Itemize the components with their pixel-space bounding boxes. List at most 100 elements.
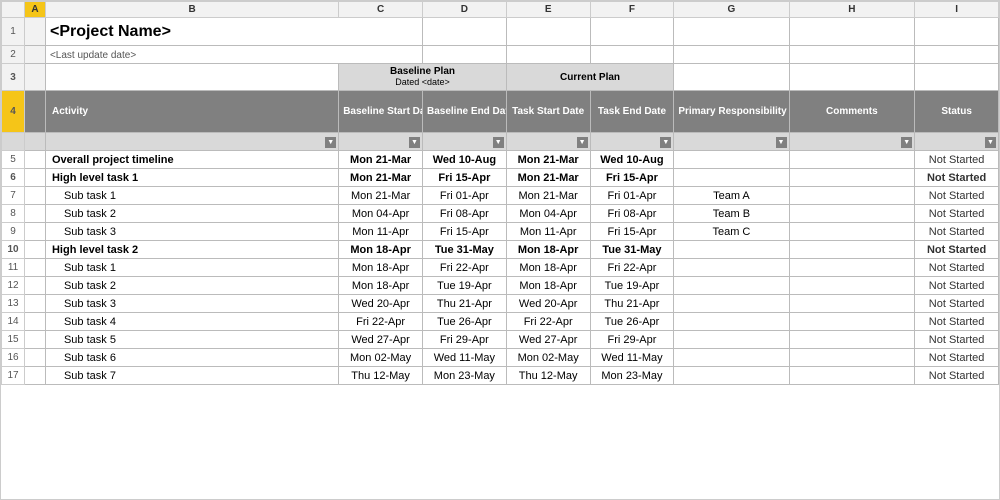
col-g-header: G [674, 2, 789, 18]
activity-cell: Sub task 3 [45, 295, 338, 313]
task-start-cell: Mon 18-Apr [506, 241, 590, 259]
baseline-end-cell: Fri 22-Apr [422, 259, 506, 277]
status-cell: Not Started [915, 241, 999, 259]
responsibility-cell [674, 313, 789, 331]
task-end-cell: Tue 19-Apr [590, 277, 674, 295]
task-end-cell: Tue 26-Apr [590, 313, 674, 331]
responsibility-cell [674, 151, 789, 169]
responsibility-filter[interactable]: ▼ [674, 133, 789, 151]
baseline-end-cell: Fri 15-Apr [422, 223, 506, 241]
activity-cell: High level task 1 [45, 169, 338, 187]
activity-cell: High level task 2 [45, 241, 338, 259]
baseline-start-cell: Mon 21-Mar [339, 151, 423, 169]
task-end-cell: Fri 15-Apr [590, 223, 674, 241]
baseline-end-cell: Tue 26-Apr [422, 313, 506, 331]
table-row: 9 Sub task 3 Mon 11-Apr Fri 15-Apr Mon 1… [2, 223, 999, 241]
row-num-7: 7 [2, 187, 25, 205]
task-start-dropdown-icon[interactable]: ▼ [577, 137, 588, 148]
row-num-6: 6 [2, 169, 25, 187]
task-start-cell: Mon 18-Apr [506, 277, 590, 295]
task-end-cell: Fri 29-Apr [590, 331, 674, 349]
activity-filter[interactable]: ▼ [45, 133, 338, 151]
task-start-cell: Mon 21-Mar [506, 187, 590, 205]
task-start-filter[interactable]: ▼ [506, 133, 590, 151]
activity-cell: Sub task 1 [45, 187, 338, 205]
task-end-dropdown-icon[interactable]: ▼ [660, 137, 671, 148]
table-row: 11 Sub task 1 Mon 18-Apr Fri 22-Apr Mon … [2, 259, 999, 277]
task-start-cell: Mon 02-May [506, 349, 590, 367]
comments-dropdown-icon[interactable]: ▼ [901, 137, 912, 148]
row-num-5: 5 [2, 151, 25, 169]
row-num-9: 9 [2, 223, 25, 241]
task-start-cell: Wed 27-Apr [506, 331, 590, 349]
comments-cell [789, 367, 915, 385]
status-cell: Not Started [915, 313, 999, 331]
table-row: 10 High level task 2 Mon 18-Apr Tue 31-M… [2, 241, 999, 259]
baseline-start-dropdown-icon[interactable]: ▼ [409, 137, 420, 148]
comments-header: Comments [789, 91, 915, 133]
comments-cell [789, 349, 915, 367]
task-start-cell: Mon 11-Apr [506, 223, 590, 241]
activity-dropdown-icon[interactable]: ▼ [325, 137, 336, 148]
baseline-end-cell: Fri 01-Apr [422, 187, 506, 205]
responsibility-cell [674, 295, 789, 313]
row-num-13: 13 [2, 295, 25, 313]
baseline-start-cell: Mon 04-Apr [339, 205, 423, 223]
comments-filter[interactable]: ▼ [789, 133, 915, 151]
responsibility-dropdown-icon[interactable]: ▼ [776, 137, 787, 148]
table-row: 17 Sub task 7 Thu 12-May Mon 23-May Thu … [2, 367, 999, 385]
row-num-16: 16 [2, 349, 25, 367]
responsibility-cell [674, 331, 789, 349]
row-num-8: 8 [2, 205, 25, 223]
responsibility-cell [674, 169, 789, 187]
responsibility-cell: Team A [674, 187, 789, 205]
table-row: 15 Sub task 5 Wed 27-Apr Fri 29-Apr Wed … [2, 331, 999, 349]
comments-cell [789, 295, 915, 313]
status-cell: Not Started [915, 187, 999, 205]
status-cell: Not Started [915, 277, 999, 295]
responsibility-cell [674, 349, 789, 367]
status-cell: Not Started [915, 151, 999, 169]
task-end-cell: Thu 21-Apr [590, 295, 674, 313]
responsibility-cell [674, 241, 789, 259]
status-dropdown-icon[interactable]: ▼ [985, 137, 996, 148]
status-cell: Not Started [915, 367, 999, 385]
comments-cell [789, 241, 915, 259]
row-num-3: 3 [2, 64, 25, 91]
task-end-cell: Fri 08-Apr [590, 205, 674, 223]
column-headers-row: 4 Activity Baseline Start Date Baseline … [2, 91, 999, 133]
baseline-end-filter[interactable]: ▼ [422, 133, 506, 151]
responsibility-cell: Team C [674, 223, 789, 241]
baseline-start-cell: Mon 18-Apr [339, 277, 423, 295]
baseline-end-cell: Tue 31-May [422, 241, 506, 259]
row-num-17: 17 [2, 367, 25, 385]
status-filter[interactable]: ▼ [915, 133, 999, 151]
baseline-start-filter[interactable]: ▼ [339, 133, 423, 151]
task-end-cell: Mon 23-May [590, 367, 674, 385]
comments-cell [789, 187, 915, 205]
table-row: 13 Sub task 3 Wed 20-Apr Thu 21-Apr Wed … [2, 295, 999, 313]
row-num-1: 1 [2, 18, 25, 46]
filter-row: ▼ ▼ ▼ ▼ ▼ ▼ ▼ [2, 133, 999, 151]
table-row: 16 Sub task 6 Mon 02-May Wed 11-May Mon … [2, 349, 999, 367]
comments-cell [789, 259, 915, 277]
task-start-header: Task Start Date [506, 91, 590, 133]
project-name: <Project Name> [50, 23, 171, 40]
baseline-plan-header: Baseline Plan Dated <date> [339, 64, 507, 91]
activity-cell: Sub task 7 [45, 367, 338, 385]
baseline-start-cell: Mon 21-Mar [339, 169, 423, 187]
task-end-cell: Fri 01-Apr [590, 187, 674, 205]
task-end-filter[interactable]: ▼ [590, 133, 674, 151]
baseline-end-cell: Fri 15-Apr [422, 169, 506, 187]
task-end-cell: Wed 10-Aug [590, 151, 674, 169]
baseline-start-cell: Mon 18-Apr [339, 259, 423, 277]
baseline-end-cell: Tue 19-Apr [422, 277, 506, 295]
comments-cell [789, 205, 915, 223]
baseline-end-cell: Mon 23-May [422, 367, 506, 385]
baseline-end-cell: Fri 08-Apr [422, 205, 506, 223]
table-row: 5 Overall project timeline Mon 21-Mar We… [2, 151, 999, 169]
status-cell: Not Started [915, 295, 999, 313]
status-cell: Not Started [915, 205, 999, 223]
baseline-end-dropdown-icon[interactable]: ▼ [493, 137, 504, 148]
activity-cell: Sub task 3 [45, 223, 338, 241]
